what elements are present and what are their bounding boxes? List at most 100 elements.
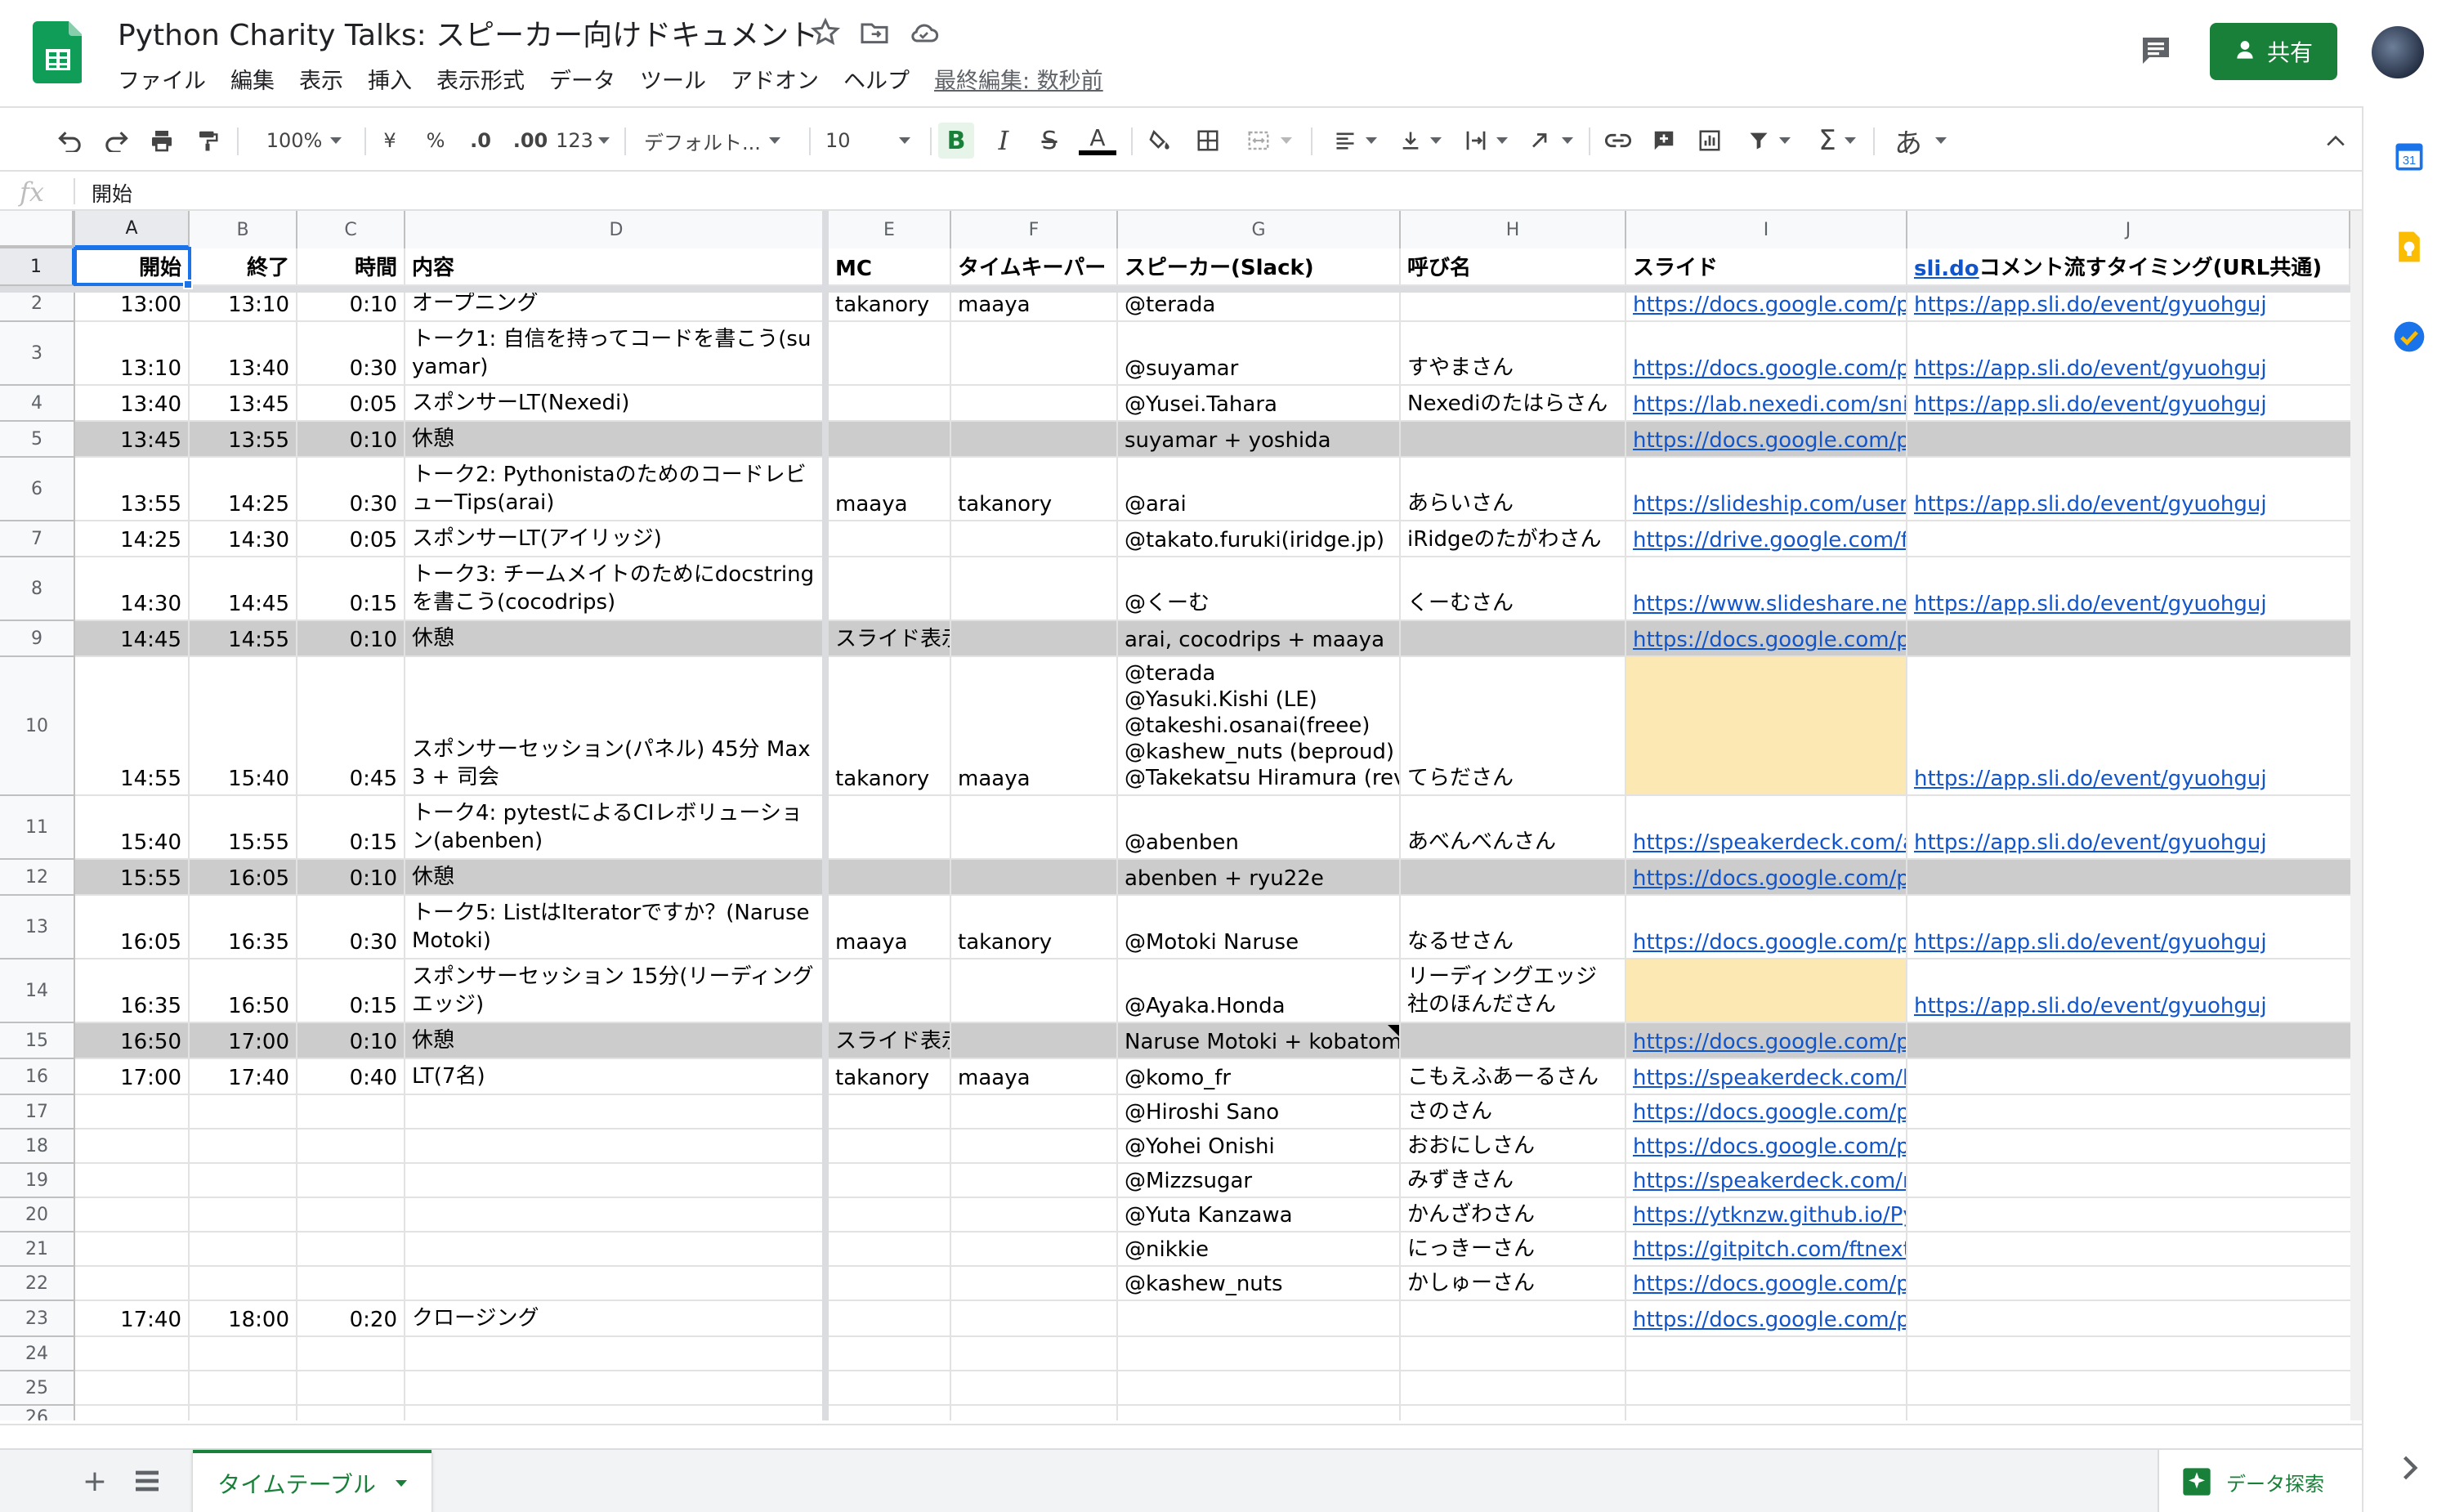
cell-a13[interactable]: 16:05 xyxy=(75,896,190,960)
cell-d25[interactable] xyxy=(405,1371,829,1406)
cell-a26[interactable] xyxy=(75,1406,190,1420)
cell-b12[interactable]: 16:05 xyxy=(190,860,297,896)
last-edit-link[interactable]: 最終編集: 数秒前 xyxy=(934,63,1103,95)
cell-g8[interactable]: @くーむ xyxy=(1118,557,1401,621)
cell-j11[interactable]: https://app.sli.do/event/gyuohguj xyxy=(1907,796,2362,860)
cell-g1[interactable]: スピーカー(Slack) xyxy=(1118,248,1401,286)
cell-d24[interactable] xyxy=(405,1337,829,1371)
cell-b16[interactable]: 17:40 xyxy=(190,1059,297,1095)
cell-i15[interactable]: https://docs.google.com/presentation xyxy=(1626,1023,1907,1059)
cell-c16[interactable]: 0:40 xyxy=(297,1059,405,1095)
cell-d3[interactable]: トーク1: 自信を持ってコードを書こう(suyamar) xyxy=(405,322,829,386)
cell-h7[interactable]: iRidgeのたがわさん xyxy=(1401,521,1626,557)
cell-i1[interactable]: スライド xyxy=(1626,248,1907,286)
cell-d5[interactable]: 休憩 xyxy=(405,422,829,458)
row-header[interactable]: 1 xyxy=(0,248,75,286)
cell-i18[interactable]: https://docs.google.com/presentation xyxy=(1626,1130,1907,1164)
row-header[interactable]: 8 xyxy=(0,557,75,621)
cell-j21[interactable] xyxy=(1907,1232,2362,1267)
cell-j18[interactable] xyxy=(1907,1130,2362,1164)
sheet-tab-timetable[interactable]: タイムテーブル xyxy=(193,1450,432,1512)
percent-button[interactable]: % xyxy=(423,123,448,159)
cell-e4[interactable] xyxy=(829,386,951,422)
cell-a1[interactable]: 開始 xyxy=(75,248,190,286)
row-header[interactable]: 9 xyxy=(0,621,75,657)
cell-f17[interactable] xyxy=(951,1095,1118,1130)
cell-b10[interactable]: 15:40 xyxy=(190,657,297,796)
cell-g10[interactable]: @terada @Yasuki.Kishi (LE) @takeshi.osan… xyxy=(1118,657,1401,796)
cell-g21[interactable]: @nikkie xyxy=(1118,1232,1401,1267)
cell-d16[interactable]: LT(7名) xyxy=(405,1059,829,1095)
tasks-icon[interactable] xyxy=(2391,319,2427,355)
cell-i6[interactable]: https://slideship.com/users/@arai xyxy=(1626,458,1907,521)
frozen-column-divider[interactable] xyxy=(822,211,829,1420)
font-select[interactable]: デフォルト... xyxy=(644,123,799,159)
cell-h26[interactable] xyxy=(1401,1406,1626,1420)
cell-g12[interactable]: abenben + ryu22e xyxy=(1118,860,1401,896)
cell-c11[interactable]: 0:15 xyxy=(297,796,405,860)
row-header[interactable]: 5 xyxy=(0,422,75,458)
cell-a3[interactable]: 13:10 xyxy=(75,322,190,386)
cell-e16[interactable]: takanory xyxy=(829,1059,951,1095)
cell-g20[interactable]: @Yuta Kanzawa xyxy=(1118,1198,1401,1232)
insert-link-icon[interactable] xyxy=(1600,123,1636,159)
frozen-row-divider[interactable] xyxy=(0,286,2362,293)
cell-c12[interactable]: 0:10 xyxy=(297,860,405,896)
cell-e7[interactable] xyxy=(829,521,951,557)
cell-d9[interactable]: 休憩 xyxy=(405,621,829,657)
cell-c22[interactable] xyxy=(297,1267,405,1301)
cell-i9[interactable]: https://docs.google.com/presentation xyxy=(1626,621,1907,657)
menu-tools[interactable]: ツール xyxy=(640,63,706,95)
cell-h4[interactable]: Nexediのたはらさん xyxy=(1401,386,1626,422)
cell-e12[interactable] xyxy=(829,860,951,896)
cell-c25[interactable] xyxy=(297,1371,405,1406)
cell-i3[interactable]: https://docs.google.com/presentation xyxy=(1626,322,1907,386)
cell-j7[interactable] xyxy=(1907,521,2362,557)
increase-decimal-button[interactable]: .00 xyxy=(510,123,551,159)
cell-c24[interactable] xyxy=(297,1337,405,1371)
cell-g4[interactable]: @Yusei.Tahara xyxy=(1118,386,1401,422)
cell-j3[interactable]: https://app.sli.do/event/gyuohguj xyxy=(1907,322,2362,386)
cell-h1[interactable]: 呼び名 xyxy=(1401,248,1626,286)
cell-d21[interactable] xyxy=(405,1232,829,1267)
expand-panel-icon[interactable] xyxy=(2391,1450,2427,1486)
filter-icon[interactable] xyxy=(1737,123,1800,159)
cell-c19[interactable] xyxy=(297,1164,405,1198)
cell-d23[interactable]: クロージング xyxy=(405,1301,829,1337)
row-header[interactable]: 18 xyxy=(0,1130,75,1164)
cell-g19[interactable]: @Mizzsugar xyxy=(1118,1164,1401,1198)
cell-a19[interactable] xyxy=(75,1164,190,1198)
cell-d8[interactable]: トーク3: チームメイトのためにdocstringを書こう(cocodrips) xyxy=(405,557,829,621)
star-icon[interactable] xyxy=(809,16,842,49)
cell-e5[interactable] xyxy=(829,422,951,458)
cell-c10[interactable]: 0:45 xyxy=(297,657,405,796)
cell-a24[interactable] xyxy=(75,1337,190,1371)
cell-f22[interactable] xyxy=(951,1267,1118,1301)
cell-a23[interactable]: 17:40 xyxy=(75,1301,190,1337)
cell-f9[interactable] xyxy=(951,621,1118,657)
comments-icon[interactable] xyxy=(2136,31,2176,70)
column-header-c[interactable]: C xyxy=(297,211,405,248)
cell-c23[interactable]: 0:20 xyxy=(297,1301,405,1337)
cell-f1[interactable]: タイムキーパー xyxy=(951,248,1118,286)
document-title[interactable]: Python Charity Talks: スピーカー向けドキュメント xyxy=(118,11,818,54)
row-header[interactable]: 4 xyxy=(0,386,75,422)
zoom-select[interactable]: 100% xyxy=(255,123,353,159)
cell-h24[interactable] xyxy=(1401,1337,1626,1371)
row-header[interactable]: 11 xyxy=(0,796,75,860)
cell-b14[interactable]: 16:50 xyxy=(190,960,297,1023)
cell-d19[interactable] xyxy=(405,1164,829,1198)
spreadsheet-grid[interactable]: ABCDEFGHIJ 1 開始 終了 時間 内容 MC タイムキーパー スピーカー(Slack… xyxy=(0,211,2362,1420)
cell-h18[interactable]: おおにしさん xyxy=(1401,1130,1626,1164)
cell-g23[interactable] xyxy=(1118,1301,1401,1337)
cell-d15[interactable]: 休憩 xyxy=(405,1023,829,1059)
collapse-toolbar-icon[interactable] xyxy=(2319,123,2352,159)
cell-g5[interactable]: suyamar + yoshida xyxy=(1118,422,1401,458)
input-tools-button[interactable]: あ xyxy=(1888,123,1953,160)
cell-b21[interactable] xyxy=(190,1232,297,1267)
cell-a22[interactable] xyxy=(75,1267,190,1301)
insert-comment-icon[interactable] xyxy=(1646,123,1682,159)
bold-button[interactable]: B xyxy=(938,123,974,159)
cell-d26[interactable] xyxy=(405,1406,829,1420)
cell-j16[interactable] xyxy=(1907,1059,2362,1095)
